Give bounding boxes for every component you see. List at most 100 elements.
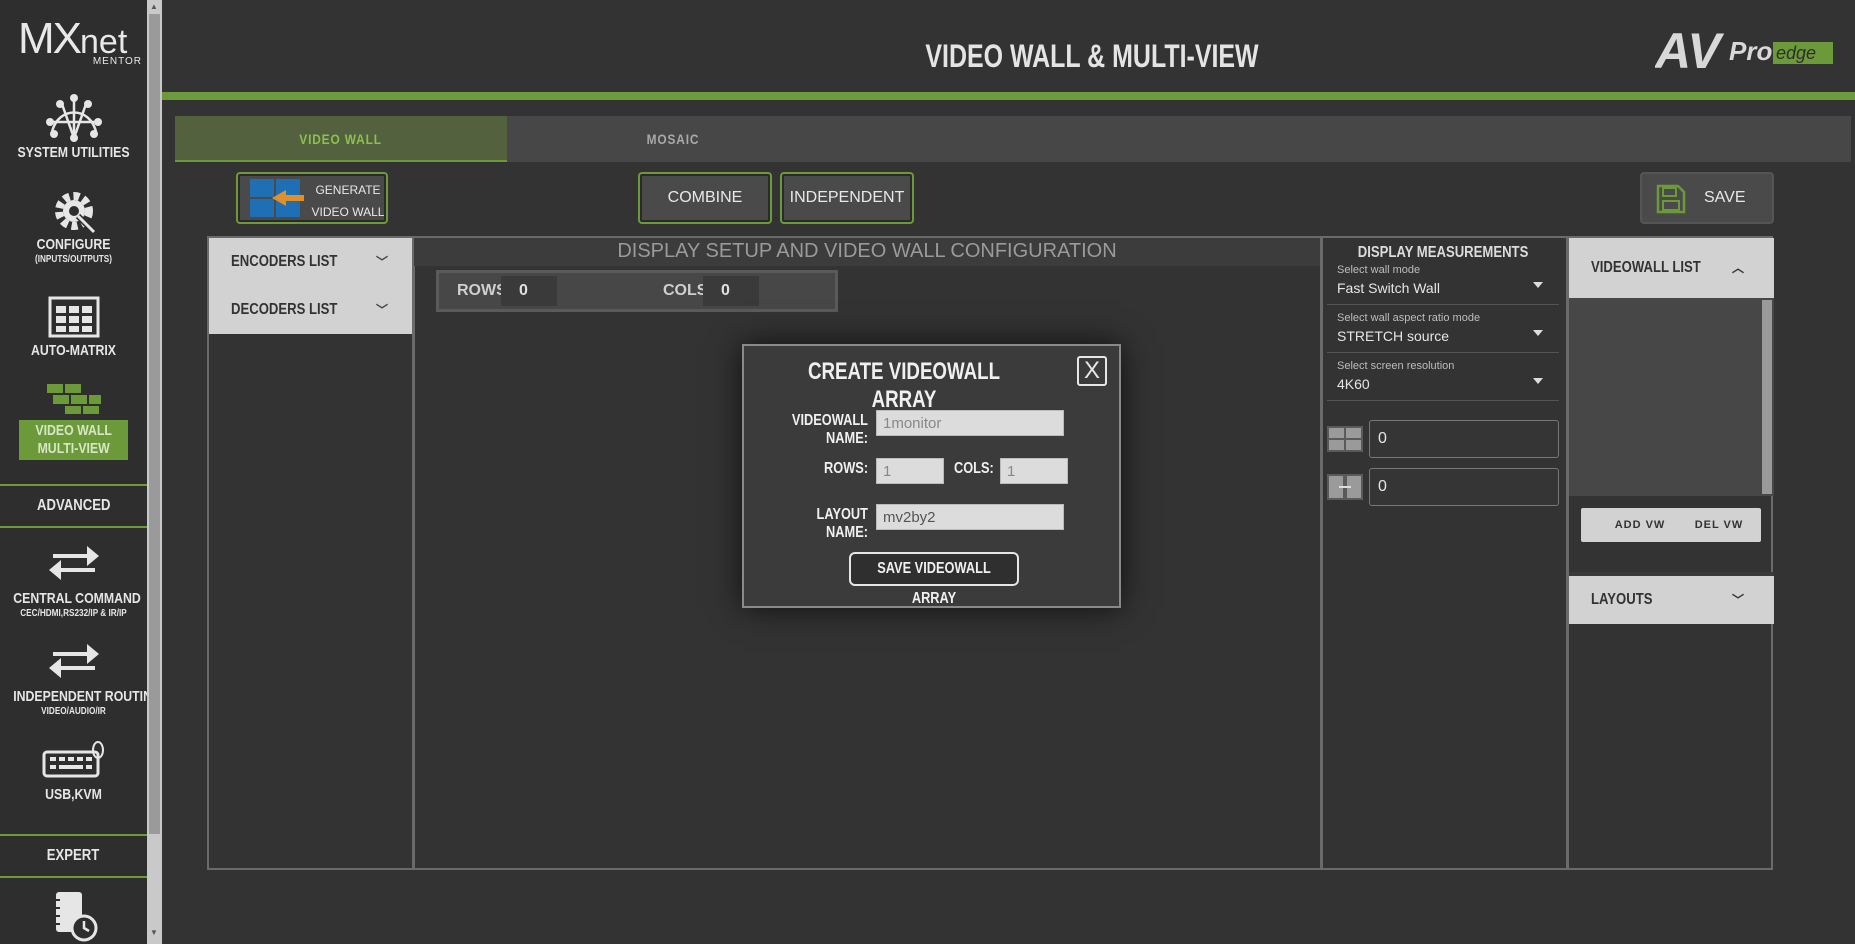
sidebar-scrollbar[interactable]: ▲ ▼ — [147, 0, 162, 944]
wall-mode-value: Fast Switch Wall — [1337, 280, 1440, 296]
gear-wrench-icon — [54, 192, 96, 235]
rows-input[interactable]: 1 — [876, 458, 944, 484]
videowall-list[interactable] — [1569, 298, 1774, 496]
generate-label-line1: GENERATE — [315, 183, 381, 197]
header: VIDEO WALL & MULTI-VIEW AV Pro edge — [162, 0, 1855, 92]
layout-name-label-text: LAYOUT NAME: — [816, 506, 868, 541]
modal-title: CREATE VIDEOWALL ARRAY — [744, 358, 1064, 414]
dropdown-caret-icon — [1533, 282, 1543, 288]
create-videowall-modal: CREATE VIDEOWALL ARRAY X VIDEOWALL NAME:… — [742, 344, 1121, 608]
decoders-list-header[interactable]: DECODERS LIST ﹀ — [209, 286, 412, 334]
cols-label: COLS — [663, 282, 708, 299]
decoders-list-label: DECODERS LIST — [231, 301, 338, 318]
matrix-grid-icon — [48, 296, 99, 338]
resolution-value: 4K60 — [1337, 376, 1370, 392]
encoders-list-label: ENCODERS LIST — [231, 253, 338, 270]
section-advanced[interactable]: ADVANCED — [0, 484, 147, 528]
bezel-measure-row: 0 — [1327, 420, 1559, 458]
sidebar-nav: MXnet MENTOR SYSTEM UTILITIES CONFIGURE … — [0, 0, 162, 944]
page-title: VIDEO WALL & MULTI-VIEW — [925, 38, 1259, 74]
rows-value: 0 — [501, 276, 557, 306]
nav-expert-log[interactable] — [0, 890, 147, 942]
rows-label: ROWS — [457, 282, 507, 299]
aspect-ratio-label: Select wall aspect ratio mode — [1337, 312, 1481, 324]
save-videowall-array-button[interactable]: SAVE VIDEOWALL ARRAY — [849, 552, 1019, 607]
chevron-down-icon: ﹀ — [1731, 593, 1744, 607]
independent-button[interactable]: INDEPENDENT — [780, 172, 914, 224]
chevron-down-icon: ﹀ — [375, 303, 388, 317]
display-measurements-panel: DISPLAY MEASUREMENTS Select wall mode Fa… — [1323, 238, 1564, 868]
cols-value: 0 — [703, 276, 759, 306]
nav-auto-matrix[interactable]: AUTO-MATRIX — [0, 296, 147, 359]
brand-edge-text: edge — [1776, 43, 1816, 63]
display-measurements-title: DISPLAY MEASUREMENTS — [1323, 244, 1564, 262]
encoders-list-header[interactable]: ENCODERS LIST ﹀ — [209, 238, 412, 286]
bidirectional-arrows-icon — [48, 546, 99, 580]
avpro-logo-graphic: AV Pro edge — [1653, 23, 1833, 79]
cols-field-label: COLS: — [944, 460, 994, 478]
chevron-up-icon: ︿ — [1731, 261, 1744, 275]
rows-field-label: ROWS: — [752, 460, 868, 478]
logo-mentor: MENTOR — [92, 56, 142, 67]
tab-bar: VIDEO WALL MOSAIC — [175, 116, 1851, 162]
nav-label: CONFIGURE — [36, 236, 111, 253]
nav-label: INDEPENDENT ROUTING — [13, 688, 162, 705]
generate-video-wall-button[interactable]: GENERATE VIDEO WALL — [236, 172, 388, 224]
videowall-list-header[interactable]: VIDEOWALL LIST ︿ — [1569, 238, 1774, 298]
nav-system-utilities[interactable]: SYSTEM UTILITIES — [0, 92, 147, 161]
cols-field-label-text: COLS: — [953, 460, 994, 477]
videowall-name-input[interactable]: 1monitor — [876, 410, 1064, 436]
display-measurements-title-text: DISPLAY MEASUREMENTS — [1358, 244, 1529, 261]
tab-label: MOSAIC — [646, 131, 700, 147]
sidebar: MXnet MENTOR SYSTEM UTILITIES CONFIGURE … — [0, 0, 162, 944]
layouts-label: LAYOUTS — [1591, 591, 1653, 608]
nav-central-command[interactable]: CENTRAL COMMAND CEC/HDMI,RS232/IP & IR/I… — [0, 542, 147, 619]
nav-video-wall-multiview[interactable]: VIDEO WALL MULTI-VIEW — [0, 384, 147, 460]
videowall-list-label: VIDEOWALL LIST — [1591, 259, 1701, 276]
nav-label: VIDEO WALL — [35, 422, 112, 439]
nav-independent-routing[interactable]: INDEPENDENT ROUTING VIDEO/AUDIO/IR — [0, 642, 162, 717]
videowall-name-label: VIDEOWALL NAME: — [752, 412, 868, 448]
aspect-ratio-select[interactable]: Select wall aspect ratio mode STRETCH so… — [1327, 312, 1559, 353]
nav-configure[interactable]: CONFIGURE (INPUTS/OUTPUTS) — [0, 186, 147, 265]
tab-video-wall[interactable]: VIDEO WALL — [175, 116, 507, 162]
combine-button[interactable]: COMBINE — [638, 172, 772, 224]
layouts-header[interactable]: LAYOUTS ﹀ — [1569, 572, 1774, 624]
nav-usb-kvm[interactable]: USB,KVM — [0, 740, 147, 803]
nav-active-label: VIDEO WALL MULTI-VIEW — [18, 420, 129, 460]
avpro-edge-logo: AV Pro edge — [1653, 20, 1845, 80]
rows-field-label-text: ROWS: — [823, 460, 868, 477]
nav-label: USB,KVM — [45, 786, 102, 803]
generate-label: GENERATE VIDEO WALL — [308, 179, 388, 223]
section-expert-label: EXPERT — [47, 847, 100, 864]
mxnet-logo: MXnet MENTOR — [18, 14, 146, 74]
scroll-up-icon[interactable]: ▲ — [150, 2, 158, 11]
nav-label: CENTRAL COMMAND — [13, 590, 141, 607]
layout-name-input[interactable]: mv2by2 — [876, 504, 1064, 530]
nav-sublabel: VIDEO/AUDIO/IR — [41, 706, 106, 717]
gap-measure-input[interactable]: 0 — [1369, 468, 1559, 506]
chevron-down-icon: ﹀ — [375, 255, 388, 269]
cols-input[interactable]: 1 — [1000, 458, 1068, 484]
aspect-ratio-value: STRETCH source — [1337, 328, 1450, 344]
videowall-list-scrollbar[interactable] — [1762, 300, 1772, 494]
floppy-save-icon — [1656, 184, 1686, 214]
wall-mode-select[interactable]: Select wall mode Fast Switch Wall — [1327, 264, 1559, 305]
routing-arrows-icon — [48, 644, 99, 678]
generate-label-line2: VIDEO WALL — [311, 205, 385, 219]
wall-mode-label: Select wall mode — [1337, 264, 1421, 276]
nav-sublabel: (INPUTS/OUTPUTS) — [34, 254, 112, 265]
scroll-thumb[interactable] — [149, 14, 160, 834]
nav-sublabel: CEC/HDMI,RS232/IP & IR/IP — [20, 608, 127, 619]
close-button[interactable]: X — [1077, 356, 1107, 386]
screen-resolution-select[interactable]: Select screen resolution 4K60 — [1327, 360, 1559, 401]
save-button[interactable]: SAVE — [1640, 172, 1774, 224]
section-advanced-label: ADVANCED — [36, 497, 111, 514]
layout-name-label: LAYOUT NAME: — [752, 506, 868, 542]
section-expert[interactable]: EXPERT — [0, 834, 147, 878]
tab-mosaic[interactable]: MOSAIC — [507, 116, 839, 162]
scroll-down-icon[interactable]: ▼ — [150, 928, 158, 937]
bezel-measure-input[interactable]: 0 — [1369, 420, 1559, 458]
del-vw-button[interactable]: DEL VW — [1677, 508, 1761, 542]
videowall-panel: VIDEOWALL LIST ︿ ADD VW DEL VW LAYOUTS ﹀ — [1566, 238, 1774, 868]
